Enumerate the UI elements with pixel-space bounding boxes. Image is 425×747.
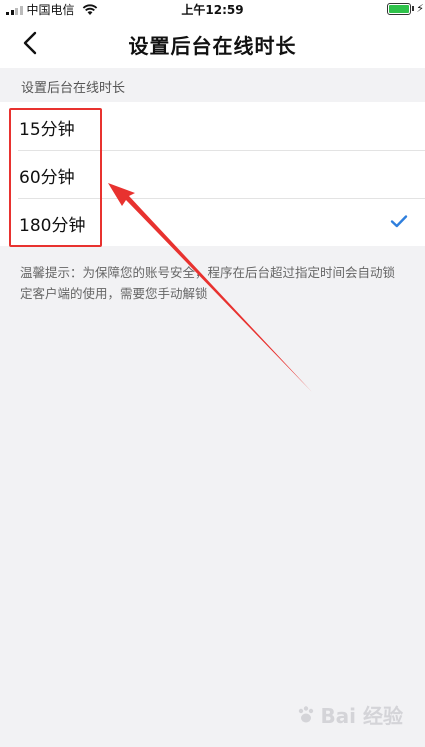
battery-icon [387, 3, 411, 15]
hint-text: 温馨提示：为保障您的账号安全，程序在后台超过指定时间会自动锁定客户端的使用，需要… [20, 265, 396, 301]
watermark: Bai 经验 [296, 700, 403, 729]
section-label: 设置后台在线时长 [21, 81, 126, 96]
checkmark-icon [390, 215, 408, 228]
watermark-text: Bai 经验 [320, 704, 403, 728]
nav-bar: 设置后台在线时长 [0, 18, 425, 68]
paw-icon [299, 705, 314, 722]
charging-icon: ⚡ [416, 2, 424, 15]
status-bar: 中国电信 上午12:59 ⚡ [0, 0, 425, 18]
page-title: 设置后台在线时长 [128, 34, 297, 58]
status-time: 上午12:59 [181, 3, 244, 17]
annotation-highlight-box [9, 108, 102, 247]
